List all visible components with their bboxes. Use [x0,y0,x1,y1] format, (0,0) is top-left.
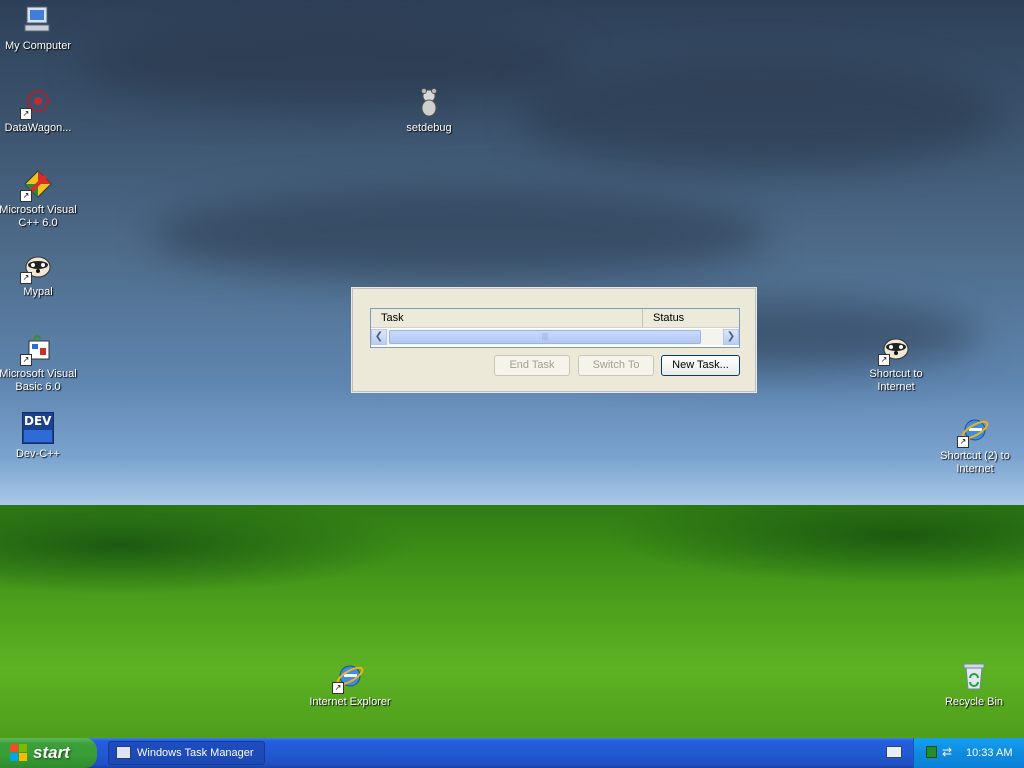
shortcut-arrow-icon: ↗ [20,272,32,284]
visual-basic-icon: ↗ [20,332,54,366]
chevron-right-icon: ❯ [726,331,736,342]
task-list[interactable]: Task Status ❮ ||| ❯ [370,308,740,348]
chevron-left-icon: ❮ [374,331,384,342]
desktop-icon-msvc[interactable]: ↗ Microsoft Visual C++ 6.0 [0,168,80,230]
taskbar-button-label: Windows Task Manager [137,747,254,759]
taskbar: start Windows Task Manager ⇄ 10:33 AM [0,738,1024,768]
sky-cloud [520,60,1000,170]
shortcut-arrow-icon: ↗ [957,436,969,448]
internet-explorer-icon: ↗ [957,414,991,448]
keyboard-icon[interactable] [886,746,902,758]
windows-flag-icon [10,744,28,762]
start-label: start [33,743,70,762]
desktop-icon-shortcut-internet[interactable]: ↗ Shortcut to Internet [854,332,938,394]
taskbar-button-task-manager[interactable]: Windows Task Manager [108,741,265,765]
task-list-header: Task Status [371,309,739,328]
task-manager-icon [116,746,131,759]
column-header-task[interactable]: Task [371,309,643,327]
recycle-bin-icon [958,660,990,692]
raccoon-icon: ↗ [20,250,54,284]
column-header-status[interactable]: Status [644,309,739,327]
end-task-button[interactable]: End Task [494,355,570,376]
desktop-icon-datawagon[interactable]: ↗ DataWagon... [0,86,80,135]
icon-label: Shortcut to Internet [869,368,923,393]
task-manager-window: Task Status ❮ ||| ❯ End Task Switch To N… [352,288,756,392]
icon-label: Shortcut (2) to Internet [940,450,1010,475]
scroll-left-button[interactable]: ❮ [371,329,387,345]
visual-cpp-icon: ↗ [20,168,54,202]
shortcut-arrow-icon: ↗ [20,354,32,366]
start-button[interactable]: start [0,738,97,768]
icon-label: Dev-C++ [15,448,61,460]
shortcut-arrow-icon: ↗ [20,108,32,120]
clock[interactable]: 10:33 AM [966,738,1012,768]
desktop: My Computer ↗ DataWagon... setdebug ↗ Mi… [0,0,1024,738]
switch-to-button[interactable]: Switch To [578,355,654,376]
desktop-icon-recycle-bin[interactable]: Recycle Bin [932,660,1016,709]
sky-cloud [80,20,580,110]
raccoon-icon: ↗ [878,332,912,366]
computer-icon [22,4,54,36]
desktop-icon-msvb[interactable]: ↗ Microsoft Visual Basic 6.0 [0,332,80,394]
desktop-icon-setdebug[interactable]: setdebug [387,86,471,135]
system-tray: ⇄ 10:33 AM [913,738,1024,768]
desktop-icon-devcpp[interactable]: DEV Dev-C++ [0,412,80,461]
desktop-icon-mypal[interactable]: ↗ Mypal [0,250,80,299]
scroll-right-button[interactable]: ❯ [723,329,739,345]
icon-label: Microsoft Visual Basic 6.0 [0,368,77,393]
desktop-icon-shortcut2-internet[interactable]: ↗ Shortcut (2) to Internet [933,414,1017,476]
desktop-icon-my-computer[interactable]: My Computer [0,4,80,53]
desktop-icon-internet-explorer[interactable]: ↗ Internet Explorer [308,660,392,709]
icon-label: Microsoft Visual C++ 6.0 [0,204,77,229]
icon-label: Mypal [23,286,53,298]
datawagon-icon: ↗ [20,86,54,120]
grip-icon: ||| [541,332,549,341]
horizontal-scrollbar[interactable]: ❮ ||| ❯ [371,329,739,345]
dev-cpp-icon: DEV [22,412,54,444]
grass-hills [0,505,1024,738]
shortcut-arrow-icon: ↗ [20,190,32,202]
icon-label: Internet Explorer [309,696,391,708]
tray-app-icon[interactable] [926,746,937,758]
scrollbar-thumb[interactable]: ||| [389,330,701,344]
new-task-button[interactable]: New Task... [661,355,740,376]
icon-label: setdebug [406,122,452,134]
dev-badge: DEV [24,414,52,428]
sky-cloud [150,190,770,280]
icon-label: Recycle Bin [944,696,1004,708]
shortcut-arrow-icon: ↗ [878,354,890,366]
shortcut-arrow-icon: ↗ [332,682,344,694]
icon-label: DataWagon... [4,122,72,134]
network-icon[interactable]: ⇄ [942,745,958,759]
icon-label: My Computer [4,40,72,52]
internet-explorer-icon: ↗ [332,660,366,694]
bear-icon [413,86,445,118]
